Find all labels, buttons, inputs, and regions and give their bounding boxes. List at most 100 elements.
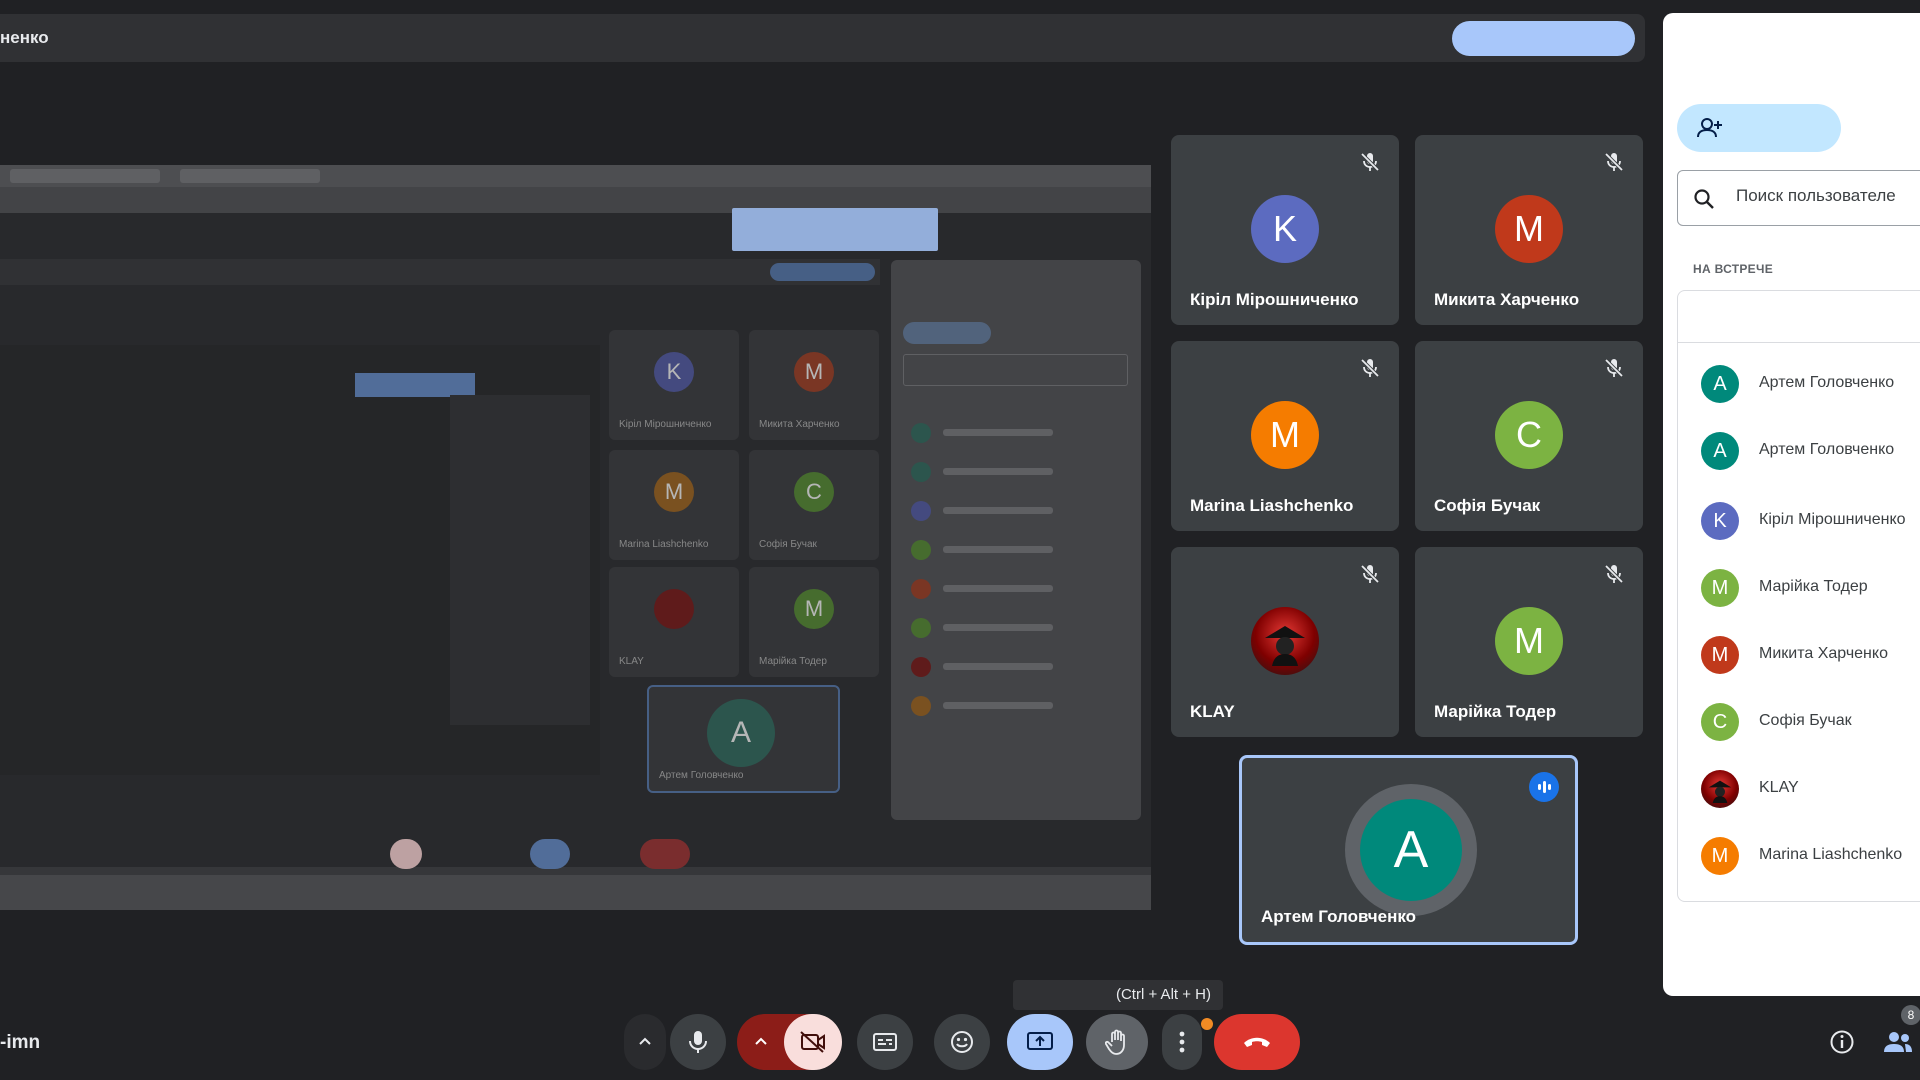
participant-avatar: M (1495, 195, 1563, 263)
participant-tile[interactable]: C Софія Бучак (1415, 341, 1643, 531)
chevron-up-icon[interactable] (753, 1034, 769, 1050)
shared-tile-avatar: K (654, 352, 694, 392)
mic-button[interactable] (670, 1014, 726, 1070)
shared-panel-row (911, 618, 1121, 638)
participant-tile[interactable]: M Marina Liashchenko (1171, 341, 1399, 531)
speaking-indicator-icon (1529, 772, 1559, 802)
shared-tile-name: Марійка Тодер (759, 656, 827, 667)
participant-list-item[interactable]: A Артем Головченко (1663, 431, 1920, 471)
shared-tile-name: Marina Liashchenko (619, 539, 709, 550)
participant-list-item[interactable]: C Софія Бучак (1663, 702, 1920, 742)
audio-options-button[interactable] (624, 1014, 666, 1070)
raise-hand-tooltip: (Ctrl + Alt + H) (1013, 980, 1223, 1010)
participant-tile[interactable]: KLAY (1171, 547, 1399, 737)
participant-name: KLAY (1190, 702, 1235, 721)
shared-tile-name: Микита Харченко (759, 419, 840, 430)
shared-tile-avatar: M (794, 589, 834, 629)
search-field[interactable] (1677, 170, 1920, 226)
emoji-icon (951, 1031, 973, 1053)
shared-tile-avatar: M (654, 472, 694, 512)
shared-active-tile: A Артем Головченко (647, 685, 840, 793)
shared-panel-row (911, 540, 1121, 560)
participants-panel: НА ВСТРЕЧЕ A Артем Головченко A Артем Голов… (1663, 13, 1920, 996)
mic-off-icon (1360, 358, 1380, 378)
participant-list-name: Марійка Тодер (1759, 578, 1868, 595)
active-speaker-avatar: A (1360, 799, 1462, 901)
participant-list-item[interactable]: M Марійка Тодер (1663, 568, 1920, 608)
more-options-button[interactable] (1162, 1014, 1202, 1070)
participant-name: Кіріл Мірошниченко (1190, 290, 1359, 309)
shared-panel-row (911, 423, 1121, 443)
participant-list-avatar: A (1701, 432, 1739, 470)
camera-button[interactable] (784, 1014, 842, 1070)
participant-tile[interactable]: K Кіріл Мірошниченко (1171, 135, 1399, 325)
participant-name: Софія Бучак (1434, 496, 1541, 515)
shared-tile: M Marina Liashchenko (609, 450, 739, 560)
mic-off-icon (1360, 564, 1380, 584)
participant-name: Марійка Тодер (1434, 702, 1557, 721)
add-person-icon (1697, 118, 1722, 138)
participant-list-name: Микита Харченко (1759, 645, 1888, 662)
shared-tile-avatar: C (794, 472, 834, 512)
participant-list-item[interactable]: K Кіріл Мірошниченко (1663, 501, 1920, 541)
participant-avatar: C (1495, 401, 1563, 469)
active-speaker-tile[interactable]: A Артем Головченко (1239, 755, 1578, 945)
search-icon (1694, 189, 1714, 209)
add-people-button[interactable] (1677, 104, 1841, 152)
participant-list-avatar: K (1701, 502, 1739, 540)
leave-call-button[interactable] (1214, 1014, 1300, 1070)
participant-avatar: K (1251, 195, 1319, 263)
search-input[interactable] (1736, 186, 1920, 206)
participant-tile[interactable]: M Марійка Тодер (1415, 547, 1643, 737)
shared-panel-row (911, 657, 1121, 677)
list-header[interactable] (1678, 291, 1920, 343)
shared-tile-name: KLAY (619, 656, 644, 667)
participant-list-avatar: A (1701, 365, 1739, 403)
participant-list-name: Софія Бучак (1759, 712, 1852, 729)
participant-avatar (1251, 607, 1319, 675)
shared-panel-row (911, 579, 1121, 599)
active-speaker-name: Артем Головченко (1261, 907, 1417, 926)
shared-panel-row (911, 696, 1121, 716)
participant-name: Микита Харченко (1434, 290, 1580, 309)
participant-list-item[interactable]: A Артем Головченко (1663, 364, 1920, 404)
hang-up-icon (1244, 1037, 1270, 1047)
present-screen-button[interactable] (1007, 1014, 1073, 1070)
participant-list-avatar: M (1701, 569, 1739, 607)
meeting-details-button[interactable] (1820, 1014, 1864, 1070)
participant-list-item[interactable]: M Marina Liashchenko (1663, 836, 1920, 876)
shared-tile: K Kipiл Mipoшниченко (609, 330, 739, 440)
participant-avatar: M (1251, 401, 1319, 469)
shared-stop-presenting (732, 208, 938, 251)
participant-list-avatar: C (1701, 703, 1739, 741)
klay-avatar-icon (1708, 780, 1732, 803)
stop-presenting-button[interactable] (1452, 21, 1635, 56)
browser-tab-strip (0, 165, 1151, 187)
reactions-button[interactable] (934, 1014, 990, 1070)
shared-panel-row (911, 501, 1121, 521)
participant-list-name: Артем Головченко (1759, 441, 1895, 458)
presenter-name: ненко (0, 28, 49, 47)
chevron-up-icon (639, 1037, 651, 1045)
mic-off-icon (1604, 358, 1624, 378)
hand-icon (1105, 1029, 1125, 1055)
raise-hand-button[interactable] (1086, 1014, 1148, 1070)
mic-off-icon (1604, 564, 1624, 584)
participant-count-badge: 8 (1901, 1005, 1920, 1025)
participant-list-name: Marina Liashchenko (1759, 846, 1903, 863)
participant-list-item[interactable]: M Микита Харченко (1663, 635, 1920, 675)
mic-off-icon (1604, 152, 1624, 172)
participant-tile[interactable]: M Микита Харченко (1415, 135, 1643, 325)
participant-list-avatar: M (1701, 636, 1739, 674)
mic-icon (689, 1031, 707, 1053)
shared-tile: M Микита Харченко (749, 330, 879, 440)
captions-button[interactable] (857, 1014, 913, 1070)
shared-tile-avatar: M (794, 352, 834, 392)
shared-tile-avatar (654, 589, 694, 629)
people-icon (1884, 1032, 1912, 1052)
shared-tile-name: Kipiл Mipoшниченко (619, 419, 712, 430)
participant-avatar: M (1495, 607, 1563, 675)
participant-list-avatar: M (1701, 837, 1739, 875)
participant-list-item[interactable]: KLAY (1663, 769, 1920, 809)
participant-list-name: KLAY (1759, 779, 1799, 796)
